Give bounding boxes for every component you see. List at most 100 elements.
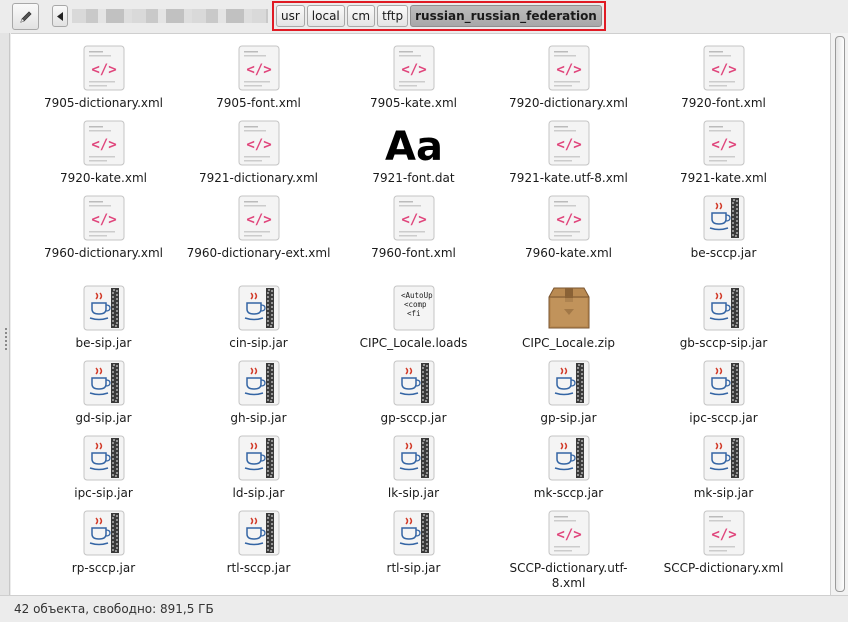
jar-file-icon (546, 435, 592, 481)
status-text: 42 объекта, свободно: 891,5 ГБ (14, 602, 214, 616)
file-name: 7960-kate.xml (525, 246, 612, 260)
jar-file-icon (81, 435, 127, 481)
file-name: gh-sip.jar (230, 411, 287, 425)
svg-text:</>: </> (91, 62, 116, 78)
file-item[interactable]: </> 7921-kate.utf-8.xml (491, 120, 646, 195)
file-name: rtl-sccp.jar (226, 561, 291, 575)
jar-file-icon (391, 435, 437, 481)
resize-grip[interactable] (5, 328, 7, 352)
file-name: 7921-dictionary.xml (198, 171, 319, 185)
file-name: ld-sip.jar (232, 486, 285, 500)
svg-text:</>: </> (401, 62, 426, 78)
file-name: 7921-font.dat (372, 171, 455, 185)
file-item[interactable]: </> 7960-font.xml (336, 195, 491, 285)
file-item[interactable]: </> 7960-kate.xml (491, 195, 646, 285)
file-item[interactable]: </> 7960-dictionary.xml (26, 195, 181, 285)
file-name: 7960-font.xml (371, 246, 456, 260)
file-item[interactable]: </> 7905-font.xml (181, 45, 336, 120)
file-item[interactable]: rtl-sccp.jar (181, 510, 336, 595)
file-view: </> 7905-dictionary.xml </> 7905-font.xml … (11, 33, 830, 595)
svg-text:<fi: <fi (407, 309, 421, 318)
breadcrumb-item-russian-russian-federation[interactable]: russian_russian_federation (410, 5, 602, 27)
left-arrow-icon (56, 11, 63, 21)
edit-location-button[interactable] (12, 3, 39, 30)
breadcrumb-item-local[interactable]: local (306, 5, 345, 27)
file-item[interactable]: </> 7921-dictionary.xml (181, 120, 336, 195)
file-item[interactable]: </> SCCP-dictionary.xml (646, 510, 801, 595)
file-item[interactable]: be-sip.jar (26, 285, 181, 360)
file-name: 7920-kate.xml (60, 171, 147, 185)
svg-text:</>: </> (91, 212, 116, 228)
file-item[interactable]: mk-sip.jar (646, 435, 801, 510)
xml-file-icon: </> (546, 120, 592, 166)
file-name: gb-sccp-sip.jar (679, 336, 768, 350)
jar-file-icon (546, 360, 592, 406)
breadcrumb-item-usr[interactable]: usr (276, 5, 305, 27)
file-name: ipc-sccp.jar (689, 411, 758, 425)
svg-text:</>: </> (91, 137, 116, 153)
file-name: mk-sccp.jar (533, 486, 604, 500)
breadcrumb-item-cm[interactable]: cm (346, 5, 376, 27)
file-item[interactable]: </> SCCP-dictionary.utf-8.xml (491, 510, 646, 595)
svg-text:</>: </> (556, 527, 581, 543)
file-item[interactable]: </> 7960-dictionary-ext.xml (181, 195, 336, 285)
scrollbar-thumb[interactable] (835, 36, 845, 592)
xml-file-icon: </> (391, 45, 437, 91)
file-item[interactable]: lk-sip.jar (336, 435, 491, 510)
file-item[interactable]: </> 7905-dictionary.xml (26, 45, 181, 120)
side-pane-handle[interactable] (0, 33, 10, 595)
file-name: 7905-font.xml (216, 96, 301, 110)
file-item[interactable]: gb-sccp-sip.jar (646, 285, 801, 360)
jar-file-icon (391, 360, 437, 406)
jar-file-icon (701, 360, 747, 406)
file-item[interactable]: </> 7920-dictionary.xml (491, 45, 646, 120)
file-item[interactable]: ipc-sccp.jar (646, 360, 801, 435)
jar-file-icon (236, 510, 282, 556)
jar-file-icon (81, 510, 127, 556)
jar-file-icon (701, 195, 747, 241)
xml-file-icon: </> (236, 195, 282, 241)
file-item[interactable]: gd-sip.jar (26, 360, 181, 435)
file-item[interactable]: </> 7920-kate.xml (26, 120, 181, 195)
svg-text:<AutoUp: <AutoUp (401, 291, 433, 300)
breadcrumb-item-tftp[interactable]: tftp (377, 5, 409, 27)
file-name: CIPC_Locale.zip (521, 336, 616, 350)
file-item[interactable]: CIPC_Locale.zip (491, 285, 646, 360)
xml-file-icon: </> (701, 45, 747, 91)
file-name: 7921-kate.xml (680, 171, 767, 185)
file-item[interactable]: cin-sip.jar (181, 285, 336, 360)
jar-file-icon (236, 435, 282, 481)
obscured-path-segment (72, 9, 268, 23)
jar-file-icon (701, 285, 747, 331)
file-item[interactable]: <AutoUp <comp <fi CIPC_Locale.loads (336, 285, 491, 360)
zip-file-icon (546, 285, 592, 331)
toolbar: usr local cm tftp russian_russian_federation (0, 0, 848, 33)
file-item[interactable]: ipc-sip.jar (26, 435, 181, 510)
jar-file-icon (391, 510, 437, 556)
xml-file-icon: </> (81, 195, 127, 241)
text-file-icon: <AutoUp <comp <fi (391, 285, 437, 331)
file-item[interactable]: mk-sccp.jar (491, 435, 646, 510)
vertical-scrollbar[interactable] (830, 33, 848, 595)
file-item[interactable]: </> 7920-font.xml (646, 45, 801, 120)
file-item[interactable]: Aa 7921-font.dat (336, 120, 491, 195)
xml-file-icon: </> (546, 510, 592, 556)
file-name: 7905-kate.xml (370, 96, 457, 110)
file-name: rtl-sip.jar (386, 561, 441, 575)
file-item[interactable]: gp-sip.jar (491, 360, 646, 435)
file-name: mk-sip.jar (693, 486, 754, 500)
file-name: ipc-sip.jar (74, 486, 133, 500)
file-name: rp-sccp.jar (71, 561, 136, 575)
file-item[interactable]: gp-sccp.jar (336, 360, 491, 435)
file-item[interactable]: be-sccp.jar (646, 195, 801, 285)
breadcrumb-scroll-left-button[interactable] (52, 5, 68, 27)
file-name: 7920-font.xml (681, 96, 766, 110)
file-item[interactable]: </> 7921-kate.xml (646, 120, 801, 195)
xml-file-icon: </> (236, 120, 282, 166)
file-item[interactable]: ld-sip.jar (181, 435, 336, 510)
file-item[interactable]: gh-sip.jar (181, 360, 336, 435)
file-item[interactable]: rtl-sip.jar (336, 510, 491, 595)
svg-text:Aa: Aa (385, 124, 443, 166)
file-item[interactable]: rp-sccp.jar (26, 510, 181, 595)
file-item[interactable]: </> 7905-kate.xml (336, 45, 491, 120)
